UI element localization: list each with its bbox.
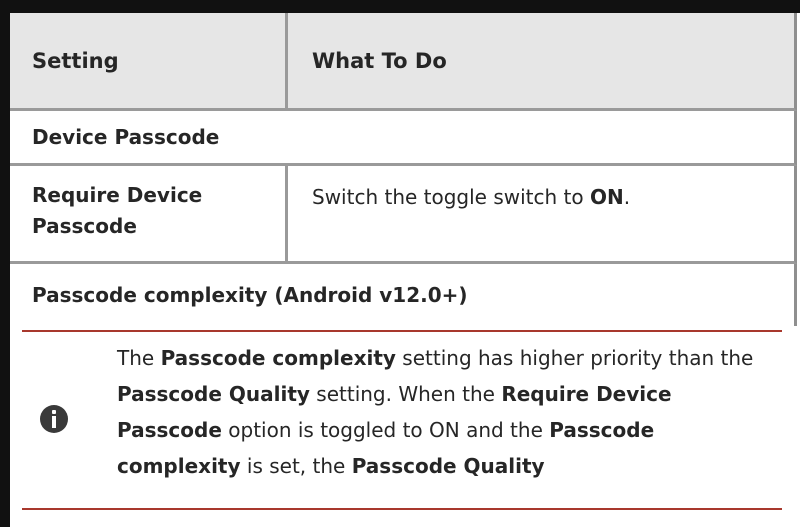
header-what-to-do: What To Do: [312, 48, 447, 73]
note-segment: is set, the: [240, 454, 352, 478]
note-text: The Passcode complexity setting has high…: [117, 340, 782, 484]
section-passcode-complexity: Passcode complexity (Android v12.0+): [10, 264, 797, 326]
table-top-border: [0, 0, 800, 13]
note-segment: Passcode Quality: [351, 454, 545, 478]
setting-require-device-passcode: Require Device Passcode: [10, 166, 288, 261]
what-to-do-cell: Switch the toggle switch to ON.: [288, 166, 794, 261]
note-top-rule: [22, 330, 782, 332]
table-row: Require Device Passcode Switch the toggl…: [10, 166, 797, 264]
note-segment: setting has higher priority than the: [395, 346, 754, 370]
what-to-do-suffix: .: [623, 185, 631, 209]
what-to-do-on: ON: [590, 185, 624, 209]
note-bottom-rule: [22, 508, 782, 510]
header-setting: Setting: [10, 13, 288, 108]
table-left-border: [0, 0, 10, 527]
section-device-passcode: Device Passcode: [10, 111, 797, 166]
note-segment: Passcode complexity: [160, 346, 396, 370]
note-segment: setting. When the: [309, 382, 502, 406]
document-page: Setting What To Do Device Passcode Requi…: [0, 0, 800, 527]
table-header-row: Setting What To Do: [10, 13, 797, 111]
info-icon: [40, 405, 68, 433]
note-segment: The: [117, 346, 161, 370]
note-segment: Passcode Quality: [117, 382, 310, 406]
note-segment: option is toggled to ON and the: [221, 418, 550, 442]
what-to-do-prefix: Switch the toggle switch to: [312, 185, 590, 209]
